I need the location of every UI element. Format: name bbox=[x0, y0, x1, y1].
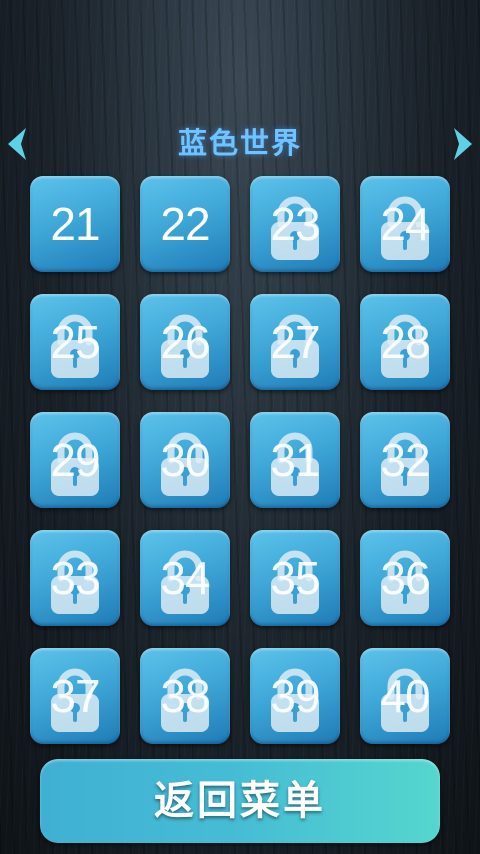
level-number: 30 bbox=[160, 434, 210, 486]
level-tile[interactable]: 40 bbox=[360, 648, 450, 744]
level-tile[interactable]: 21 bbox=[30, 176, 120, 272]
level-grid: 21 22 23 24 25 26 27 28 29 30 31 32 33 34 35 36 37 38 39 40 bbox=[30, 176, 450, 744]
level-tile[interactable]: 31 bbox=[250, 412, 340, 508]
level-number: 40 bbox=[380, 670, 430, 722]
level-number: 33 bbox=[50, 552, 100, 604]
level-number: 29 bbox=[50, 434, 100, 486]
level-number: 26 bbox=[160, 316, 210, 368]
level-tile[interactable]: 32 bbox=[360, 412, 450, 508]
level-tile[interactable]: 29 bbox=[30, 412, 120, 508]
level-tile[interactable]: 35 bbox=[250, 530, 340, 626]
level-number: 23 bbox=[270, 198, 320, 250]
level-tile[interactable]: 23 bbox=[250, 176, 340, 272]
level-number: 22 bbox=[160, 198, 210, 250]
level-tile[interactable]: 30 bbox=[140, 412, 230, 508]
level-number: 39 bbox=[270, 670, 320, 722]
level-number: 38 bbox=[160, 670, 210, 722]
level-number: 36 bbox=[380, 552, 430, 604]
level-tile[interactable]: 38 bbox=[140, 648, 230, 744]
level-number: 35 bbox=[270, 552, 320, 604]
level-number: 28 bbox=[380, 316, 430, 368]
level-number: 34 bbox=[160, 552, 210, 604]
level-tile[interactable]: 27 bbox=[250, 294, 340, 390]
world-title: 蓝色世界 bbox=[177, 126, 302, 160]
level-tile[interactable]: 22 bbox=[140, 176, 230, 272]
level-number: 37 bbox=[50, 670, 100, 722]
level-tile[interactable]: 28 bbox=[360, 294, 450, 390]
level-number: 32 bbox=[380, 434, 430, 486]
chevron-right-icon bbox=[454, 128, 472, 160]
level-tile[interactable]: 33 bbox=[30, 530, 120, 626]
level-number: 21 bbox=[50, 198, 100, 250]
level-tile[interactable]: 34 bbox=[140, 530, 230, 626]
level-number: 31 bbox=[270, 434, 320, 486]
level-tile[interactable]: 26 bbox=[140, 294, 230, 390]
level-number: 24 bbox=[380, 198, 430, 250]
level-tile[interactable]: 39 bbox=[250, 648, 340, 744]
level-tile[interactable]: 25 bbox=[30, 294, 120, 390]
level-tile[interactable]: 24 bbox=[360, 176, 450, 272]
level-tile[interactable]: 37 bbox=[30, 648, 120, 744]
next-world-button[interactable] bbox=[446, 122, 480, 166]
return-menu-button[interactable]: 返回菜单 bbox=[40, 759, 440, 843]
level-number: 27 bbox=[270, 316, 320, 368]
level-page-header: 蓝色世界 bbox=[0, 118, 480, 168]
level-tile[interactable]: 36 bbox=[360, 530, 450, 626]
level-number: 25 bbox=[50, 316, 100, 368]
